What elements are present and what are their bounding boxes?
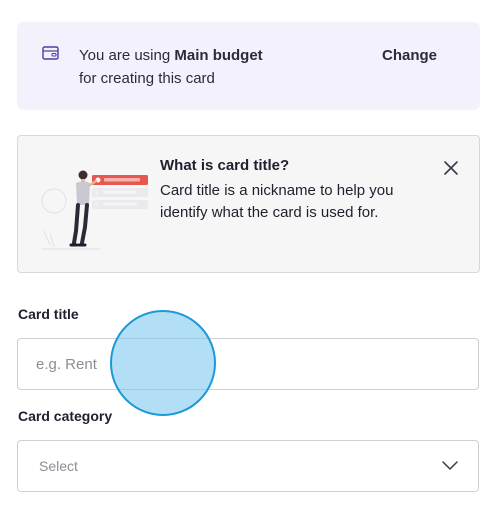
- info-card-title: What is card title?: [160, 157, 290, 174]
- budget-message-suffix: for creating this card: [79, 70, 215, 87]
- card-title-label: Card title: [18, 306, 79, 322]
- info-card-body: Card title is a nickname to help you ide…: [160, 182, 394, 221]
- wallet-icon: [42, 46, 59, 60]
- card-title-input[interactable]: [17, 338, 479, 390]
- card-category-select[interactable]: Select: [17, 440, 479, 492]
- person-with-cards-illustration: [41, 170, 148, 250]
- card-category-selected-value: Select: [39, 458, 78, 474]
- budget-message-prefix: You are using: [79, 47, 175, 64]
- change-budget-button[interactable]: Change: [382, 47, 437, 64]
- card-title-info-card: What is card title? Card title is a nick…: [17, 135, 480, 273]
- chevron-down-icon: [442, 461, 458, 470]
- card-category-label: Card category: [18, 408, 113, 424]
- budget-name: Main budget: [174, 47, 263, 64]
- budget-message: You are using Main budget for creating t…: [79, 44, 263, 90]
- budget-banner: You are using Main budget for creating t…: [17, 22, 480, 110]
- close-icon[interactable]: [443, 160, 459, 176]
